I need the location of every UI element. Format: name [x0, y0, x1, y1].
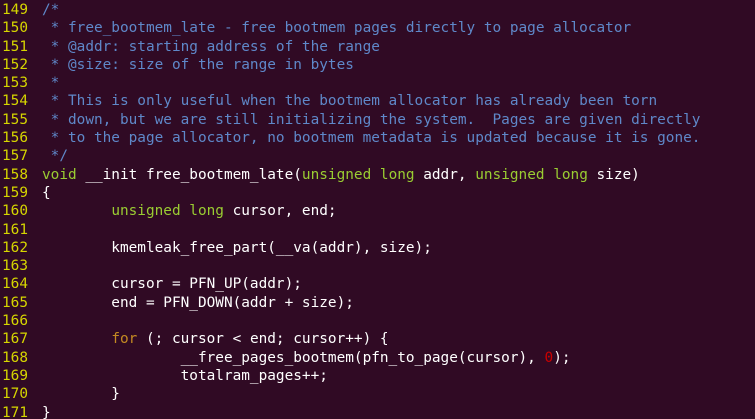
line-number: 159: [2, 184, 28, 201]
code-token-plain: cursor, end;: [223, 203, 337, 220]
line-number: 167: [2, 331, 28, 348]
line-number: 160: [2, 203, 28, 220]
code-line[interactable]: 168 __free_pages_bootmem(pfn_to_page(cur…: [0, 349, 755, 367]
line-number: 150: [2, 20, 28, 37]
line-number: 158: [2, 166, 28, 183]
code-token-plain: );: [553, 349, 571, 366]
line-number: 155: [2, 111, 28, 128]
code-token-comment: * @addr: starting address of the range: [42, 38, 380, 55]
code-token-plain: end = PFN_DOWN(addr + size);: [42, 294, 354, 311]
code-line[interactable]: 152 * @size: size of the range in bytes: [0, 56, 755, 74]
line-number: 170: [2, 386, 28, 403]
code-line[interactable]: 160 unsigned long cursor, end;: [0, 202, 755, 220]
line-number: 151: [2, 38, 28, 55]
code-token-plain: cursor = PFN_UP(addr);: [42, 276, 302, 293]
line-number: 156: [2, 130, 28, 147]
code-token-plain: size): [587, 166, 640, 183]
code-token-num: 0: [544, 349, 554, 366]
line-number: 154: [2, 93, 28, 110]
code-token-plain: totalram_pages++;: [42, 367, 328, 384]
code-line[interactable]: 156 * to the page allocator, no bootmem …: [0, 129, 755, 147]
code-token-plain: }: [42, 404, 51, 419]
code-line[interactable]: 162 kmemleak_free_part(__va(addr), size)…: [0, 239, 755, 257]
line-number: 164: [2, 276, 28, 293]
line-number: 163: [2, 258, 28, 275]
code-line[interactable]: 166: [0, 312, 755, 330]
line-number: 161: [2, 221, 28, 238]
code-token-comment: * down, but we are still initializing th…: [42, 111, 701, 128]
code-token-kw: for: [111, 331, 138, 348]
code-line[interactable]: 169 totalram_pages++;: [0, 367, 755, 385]
line-number: 168: [2, 349, 28, 366]
code-line[interactable]: 165 end = PFN_DOWN(addr + size);: [0, 294, 755, 312]
code-token-comment: * free_bootmem_late - free bootmem pages…: [42, 20, 632, 37]
code-line[interactable]: 167 for (; cursor < end; cursor++) {: [0, 330, 755, 348]
code-token-plain: (; cursor < end; cursor++) {: [137, 331, 389, 348]
code-token-type: void: [42, 166, 77, 183]
line-number: 171: [2, 404, 28, 419]
line-number: 153: [2, 75, 28, 92]
code-line[interactable]: 155 * down, but we are still initializin…: [0, 111, 755, 129]
code-token-plain: __free_pages_bootmem(pfn_to_page(cursor)…: [42, 349, 545, 366]
code-line[interactable]: 164 cursor = PFN_UP(addr);: [0, 275, 755, 293]
code-token-type: long: [189, 203, 224, 220]
code-line[interactable]: 154 * This is only useful when the bootm…: [0, 92, 755, 110]
code-token-type: unsigned: [301, 166, 372, 183]
line-number: 157: [2, 148, 28, 165]
line-number: 169: [2, 367, 28, 384]
code-token-comment: /*: [42, 2, 60, 18]
code-line[interactable]: 150 * free_bootmem_late - free bootmem p…: [0, 19, 755, 37]
code-token-comment: * @size: size of the range in bytes: [42, 56, 354, 73]
code-token-comment: * This is only useful when the bootmem a…: [42, 93, 658, 110]
code-line[interactable]: 153 *: [0, 74, 755, 92]
code-token-type: unsigned: [111, 203, 181, 220]
line-number: 166: [2, 313, 28, 330]
code-token-comment: * to the page allocator, no bootmem meta…: [42, 130, 701, 147]
code-token-type: long: [379, 166, 415, 183]
code-token-type: long: [553, 166, 588, 183]
line-number: 165: [2, 294, 28, 311]
code-line[interactable]: 157 */: [0, 147, 755, 165]
code-token-type: unsigned: [475, 166, 545, 183]
code-line[interactable]: 159 {: [0, 184, 755, 202]
code-token-comment: */: [42, 148, 68, 165]
code-line[interactable]: 170 }: [0, 385, 755, 403]
code-token-plain: kmemleak_free_part(__va(addr), size);: [42, 239, 432, 256]
code-line[interactable]: 151 * @addr: starting address of the ran…: [0, 38, 755, 56]
line-number: 149: [2, 2, 28, 18]
code-token-plain: {: [42, 184, 51, 201]
code-token-comment: *: [42, 75, 60, 92]
code-token-plain: }: [42, 386, 120, 403]
code-token-plain: addr,: [414, 166, 476, 183]
code-line[interactable]: 158 void __init free_bootmem_late(unsigne…: [0, 166, 755, 184]
code-line[interactable]: 163: [0, 257, 755, 275]
code-editor[interactable]: 149/* 150 * free_bootmem_late - free boot…: [0, 0, 755, 419]
code-line[interactable]: 149 /*: [0, 1, 755, 19]
line-number: 162: [2, 239, 28, 256]
code-token-plain: __init free_bootmem_late(: [76, 166, 302, 183]
code-line[interactable]: 171}: [0, 404, 755, 419]
line-number: 152: [2, 56, 28, 73]
code-line[interactable]: 161: [0, 221, 755, 239]
